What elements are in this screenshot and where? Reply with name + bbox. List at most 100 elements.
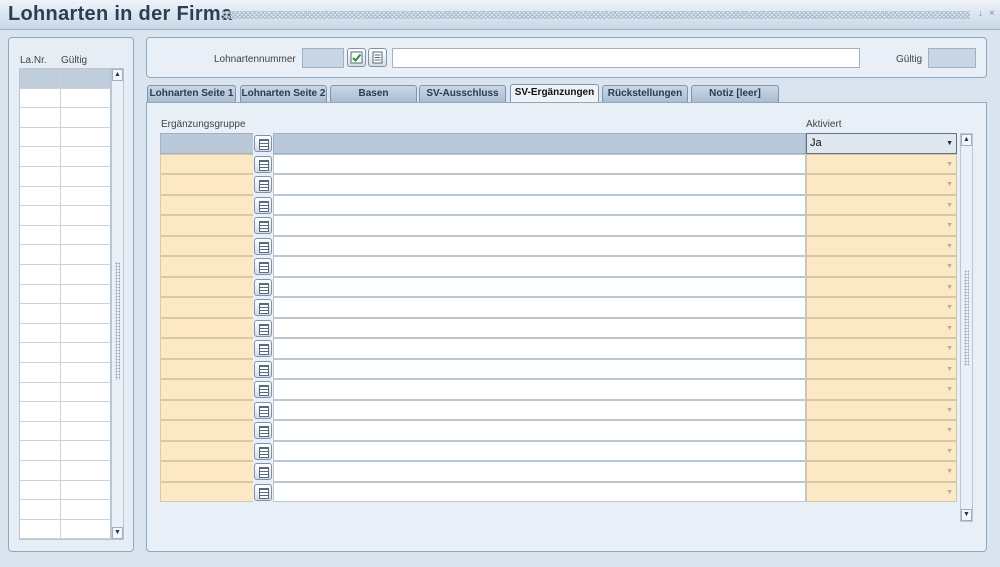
- chevron-down-icon[interactable]: ▼: [946, 325, 953, 332]
- ergaenzungsgruppe-description[interactable]: [273, 338, 806, 359]
- list-icon[interactable]: [254, 463, 272, 480]
- chevron-down-icon[interactable]: ▼: [946, 243, 953, 250]
- tab-basen[interactable]: Basen: [330, 85, 417, 102]
- ergaenzungsgruppe-description[interactable]: [273, 235, 806, 256]
- scroll-grip[interactable]: [115, 262, 120, 380]
- ergaenzungsgruppe-description[interactable]: [273, 358, 806, 379]
- left-list-cell-lanr[interactable]: [20, 441, 61, 460]
- chevron-down-icon[interactable]: ▼: [946, 407, 953, 414]
- left-list-cell-lanr[interactable]: [20, 69, 61, 88]
- chevron-down-icon[interactable]: ▼: [946, 345, 953, 352]
- list-icon[interactable]: [254, 176, 272, 193]
- list-icon[interactable]: [254, 442, 272, 460]
- ergaenzungsgruppe-input[interactable]: [160, 174, 253, 195]
- chevron-down-icon[interactable]: ▼: [946, 140, 953, 147]
- left-list-row[interactable]: [20, 519, 110, 540]
- ergaenzungsgruppe-input[interactable]: [160, 235, 253, 256]
- list-icon[interactable]: [254, 155, 272, 173]
- ergaenzungsgruppe-description[interactable]: [273, 256, 806, 277]
- aktiviert-select[interactable]: ▼: [806, 235, 957, 256]
- list-icon[interactable]: [254, 401, 272, 419]
- ergaenzungsgruppe-description[interactable]: [273, 174, 806, 195]
- ergaenzungsgruppe-description[interactable]: [273, 297, 806, 318]
- ergaenzungsgruppe-input[interactable]: [160, 481, 253, 502]
- left-list-row[interactable]: [20, 421, 110, 442]
- ergaenzungsgruppe-input[interactable]: [160, 133, 253, 154]
- grid-scroll-up-button[interactable]: ▲: [961, 134, 972, 146]
- list-icon[interactable]: [254, 483, 272, 501]
- ergaenzungsgruppe-input[interactable]: [160, 194, 253, 215]
- tab-rueckstellungen[interactable]: Rückstellungen: [602, 85, 688, 102]
- grid-scroll-grip[interactable]: [964, 270, 969, 366]
- ergaenzungsgruppe-input[interactable]: [160, 399, 253, 420]
- chevron-down-icon[interactable]: ▼: [946, 202, 953, 209]
- aktiviert-select[interactable]: ▼: [806, 153, 957, 174]
- ergaenzungsgruppe-description[interactable]: [273, 420, 806, 441]
- chevron-down-icon[interactable]: ▼: [946, 181, 953, 188]
- left-list-row[interactable]: [20, 363, 110, 383]
- left-list-cell-lanr[interactable]: [20, 323, 61, 343]
- tab-sv-ausschluss[interactable]: SV-Ausschluss: [419, 85, 506, 102]
- aktiviert-select[interactable]: ▼: [806, 440, 957, 461]
- scroll-up-button[interactable]: ▲: [112, 69, 123, 81]
- chevron-down-icon[interactable]: ▼: [946, 161, 953, 168]
- left-list-cell-lanr[interactable]: [20, 186, 61, 206]
- ergaenzungsgruppe-input[interactable]: [160, 276, 253, 297]
- list-icon[interactable]: [254, 217, 272, 234]
- left-list-grid[interactable]: [19, 68, 111, 540]
- left-list-row[interactable]: [20, 480, 110, 501]
- ergaenzungsgruppe-input[interactable]: [160, 358, 253, 379]
- list-icon[interactable]: [254, 299, 272, 316]
- list-icon[interactable]: [254, 135, 272, 152]
- chevron-down-icon[interactable]: ▼: [946, 284, 953, 291]
- tab-lohnarten-seite-1[interactable]: Lohnarten Seite 1: [147, 85, 236, 102]
- ergaenzungsgruppe-input[interactable]: [160, 215, 253, 236]
- gueltig-input[interactable]: [928, 48, 976, 68]
- aktiviert-select[interactable]: ▼: [806, 194, 957, 215]
- left-list-row[interactable]: [20, 304, 110, 324]
- chevron-down-icon[interactable]: ▼: [946, 366, 953, 373]
- left-list-cell-lanr[interactable]: [20, 500, 61, 519]
- left-list-row[interactable]: [20, 69, 110, 89]
- tab-sv-ergaenzungen[interactable]: SV-Ergänzungen: [510, 84, 599, 103]
- left-list-row[interactable]: [20, 127, 110, 148]
- lohnartennummer-input[interactable]: [302, 48, 344, 68]
- list-icon[interactable]: [254, 196, 272, 214]
- ergaenzungsgruppe-description[interactable]: [273, 440, 806, 461]
- left-list-cell-lanr[interactable]: [20, 382, 61, 402]
- left-list-row[interactable]: [20, 500, 110, 520]
- left-list-cell-lanr[interactable]: [20, 127, 61, 147]
- aktiviert-select[interactable]: ▼: [806, 276, 957, 297]
- left-list-cell-lanr[interactable]: [20, 167, 61, 186]
- left-list-cell-lanr[interactable]: [20, 108, 61, 127]
- left-list-cell-lanr[interactable]: [20, 343, 61, 362]
- left-list-row[interactable]: [20, 88, 110, 109]
- chevron-down-icon[interactable]: ▼: [946, 263, 953, 270]
- ergaenzungsgruppe-description[interactable]: [273, 461, 806, 482]
- minimize-icon[interactable]: ↓: [978, 8, 983, 19]
- left-list-row[interactable]: [20, 225, 110, 246]
- ergaenzungsgruppe-description[interactable]: [273, 133, 806, 154]
- ergaenzungsgruppe-description[interactable]: [273, 379, 806, 400]
- left-list-row[interactable]: [20, 461, 110, 481]
- left-list-cell-lanr[interactable]: [20, 206, 61, 225]
- close-icon[interactable]: ×: [989, 8, 995, 19]
- lohnart-description-input[interactable]: [392, 48, 860, 68]
- left-list-cell-lanr[interactable]: [20, 402, 61, 421]
- aktiviert-select[interactable]: ▼: [806, 317, 957, 338]
- left-list-cell-lanr[interactable]: [20, 245, 61, 264]
- ergaenzungsgruppe-description[interactable]: [273, 399, 806, 420]
- left-list-cell-lanr[interactable]: [20, 304, 61, 323]
- left-list-row[interactable]: [20, 343, 110, 363]
- left-list-cell-lanr[interactable]: [20, 88, 61, 108]
- grid-scrollbar[interactable]: ▲ ▼: [960, 133, 973, 522]
- ergaenzungsgruppe-input[interactable]: [160, 297, 253, 318]
- tab-lohnarten-seite-2[interactable]: Lohnarten Seite 2: [240, 85, 327, 102]
- chevron-down-icon[interactable]: ▼: [946, 222, 953, 229]
- ergaenzungsgruppe-input[interactable]: [160, 256, 253, 277]
- left-list-row[interactable]: [20, 402, 110, 422]
- left-list-row[interactable]: [20, 206, 110, 226]
- aktiviert-select[interactable]: ▼: [806, 399, 957, 420]
- ergaenzungsgruppe-input[interactable]: [160, 317, 253, 338]
- left-list-cell-lanr[interactable]: [20, 519, 61, 539]
